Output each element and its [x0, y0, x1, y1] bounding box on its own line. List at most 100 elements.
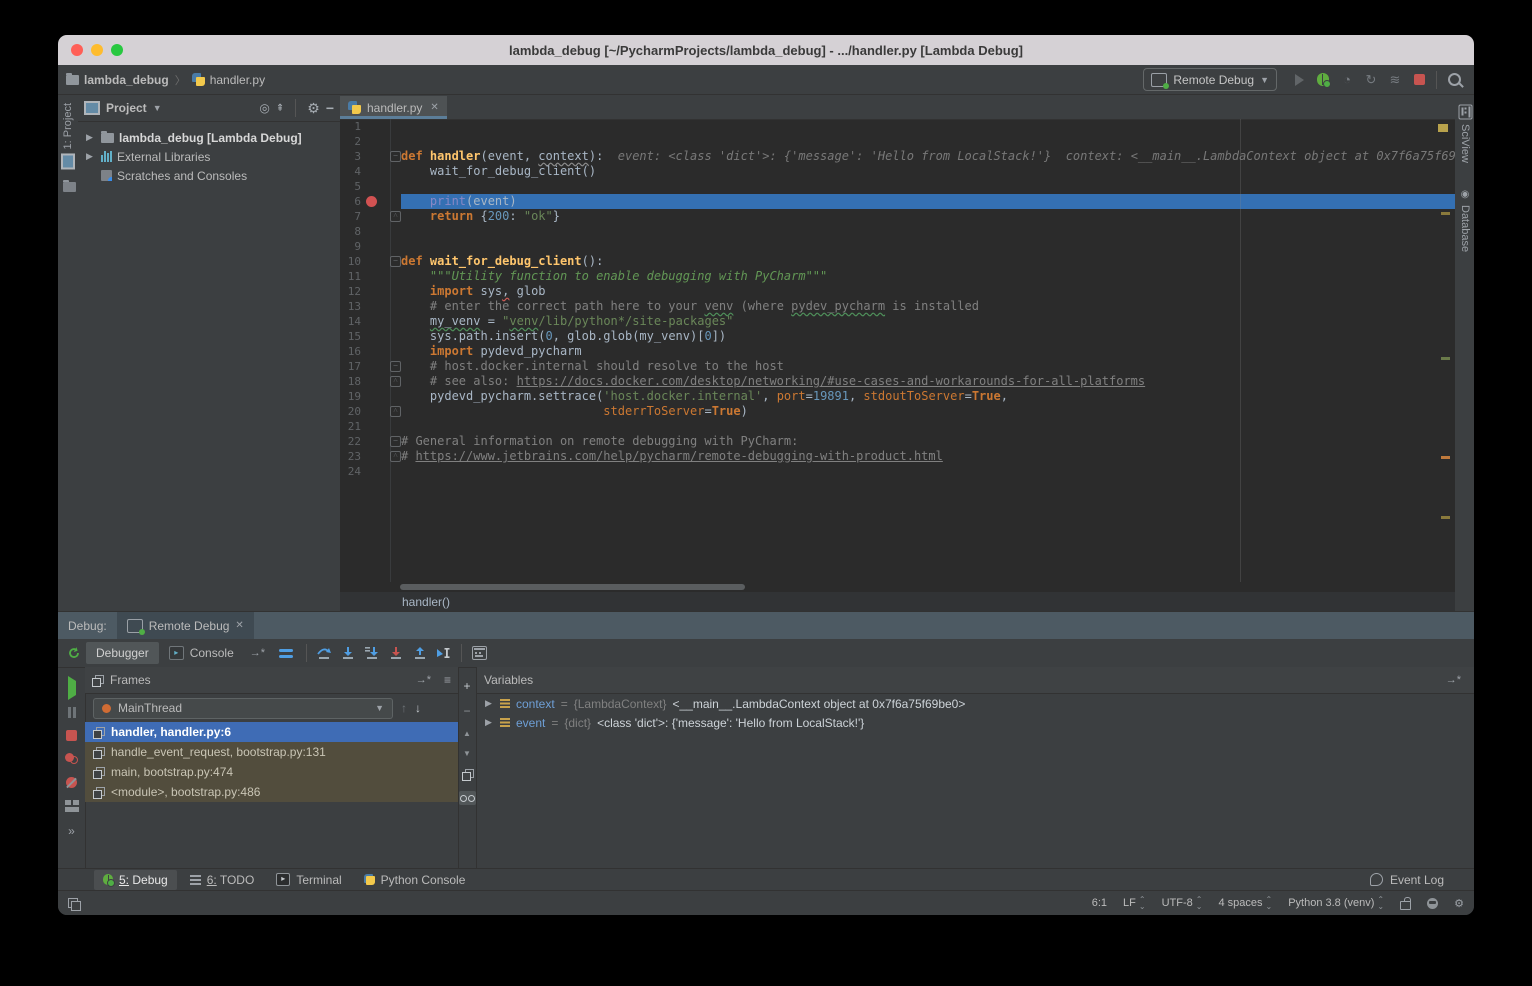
tool-stripe-database[interactable]: ◉ Database — [1459, 189, 1471, 252]
menu-icon[interactable]: ≡ — [444, 673, 451, 687]
gutter[interactable]: 15 — [340, 329, 401, 344]
code-text[interactable]: # see also: https://docs.docker.com/desk… — [401, 374, 1455, 389]
commit-tool-icon[interactable] — [63, 182, 78, 195]
editor-line[interactable]: 16 import pydevd_pycharm — [340, 344, 1455, 359]
code-text[interactable]: stderrToServer=True) — [401, 404, 1455, 419]
editor-line[interactable]: 8 — [340, 224, 1455, 239]
gutter[interactable]: 11 — [340, 269, 401, 284]
tree-item-project-root[interactable]: ▶ lambda_debug [Lambda Debug] — [78, 128, 340, 147]
event-log-button[interactable]: Event Log — [1370, 873, 1474, 887]
locate-file-button[interactable]: ◎ — [259, 101, 269, 115]
code-text[interactable] — [401, 239, 1455, 254]
code-text[interactable]: def wait_for_debug_client(): — [401, 254, 1455, 269]
tab-debugger[interactable]: Debugger — [86, 642, 159, 664]
close-window-button[interactable] — [71, 44, 83, 56]
frame-row[interactable]: handle_event_request, bootstrap.py:131 — [85, 742, 458, 762]
toolwindow-debug[interactable]: 5: Debug — [94, 870, 177, 890]
editor-line[interactable]: 20˄ stderrToServer=True) — [340, 404, 1455, 419]
pin-tab-icon[interactable]: →* — [250, 647, 265, 659]
variable-row[interactable]: ▶event={dict}<class 'dict'>: {'message':… — [477, 713, 1474, 732]
code-text[interactable] — [401, 179, 1455, 194]
gutter[interactable]: 24 — [340, 464, 401, 479]
toolwindow-toggle-button[interactable] — [68, 898, 79, 909]
add-watch-button[interactable]: + — [463, 679, 470, 693]
step-into-button[interactable] — [336, 643, 360, 663]
editor-line[interactable]: 2 — [340, 134, 1455, 149]
code-text[interactable]: # https://www.jetbrains.com/help/pycharm… — [401, 449, 1455, 464]
frame-row[interactable]: <module>, bootstrap.py:486 — [85, 782, 458, 802]
coverage-button[interactable]: ↻ — [1359, 69, 1383, 91]
editor-breadcrumb[interactable]: handler() — [340, 592, 1455, 611]
editor-line[interactable]: 22−# General information on remote debug… — [340, 434, 1455, 449]
gutter[interactable]: 8 — [340, 224, 401, 239]
interpreter-select[interactable]: Python 3.8 (venv)⌃⌄ — [1288, 896, 1384, 910]
breakpoint-icon[interactable] — [366, 196, 377, 207]
debug-button[interactable] — [1311, 69, 1335, 91]
rerun-button[interactable] — [62, 642, 86, 664]
code-text[interactable] — [401, 134, 1455, 149]
settings-gear-button[interactable]: ⚙ — [307, 101, 320, 115]
stop-button[interactable] — [1407, 69, 1431, 91]
gutter[interactable]: 22− — [340, 434, 401, 449]
move-watch-up-button[interactable]: ▲ — [463, 729, 471, 738]
error-stripe-mark[interactable] — [1441, 212, 1450, 215]
fold-marker-icon[interactable]: − — [390, 361, 401, 372]
duplicate-watch-button[interactable] — [462, 769, 473, 780]
editor-line[interactable]: 9 — [340, 239, 1455, 254]
inspections-profile-icon[interactable] — [1427, 898, 1438, 909]
step-over-button[interactable] — [312, 643, 336, 663]
pause-button[interactable] — [68, 707, 76, 718]
frame-row[interactable]: handler, handler.py:6 — [85, 722, 458, 742]
run-button[interactable] — [1287, 69, 1311, 91]
scrollbar-thumb[interactable] — [400, 584, 745, 590]
move-watch-down-button[interactable]: ▼ — [463, 749, 471, 758]
toolwindow-terminal[interactable]: ▸ Terminal — [267, 870, 350, 890]
evaluate-expression-button[interactable] — [467, 643, 491, 663]
hide-panel-button[interactable]: − — [326, 100, 334, 116]
resume-button[interactable] — [68, 681, 76, 695]
gutter[interactable]: 17− — [340, 359, 401, 374]
editor-line[interactable]: 24 — [340, 464, 1455, 479]
fold-marker-icon[interactable]: ˄ — [390, 451, 401, 462]
close-tab-icon[interactable]: ✕ — [430, 102, 438, 113]
execution-line[interactable]: print(event) — [401, 194, 1455, 209]
zoom-window-button[interactable] — [111, 44, 123, 56]
next-frame-button[interactable]: ↓ — [415, 701, 421, 715]
more-actions-button[interactable]: » — [68, 824, 75, 838]
close-session-icon[interactable]: ✕ — [235, 620, 243, 631]
force-step-into-button[interactable] — [360, 643, 384, 663]
tree-item-external-libraries[interactable]: ▶ External Libraries — [78, 147, 340, 166]
expand-arrow-icon[interactable]: ▶ — [485, 717, 494, 728]
gutter[interactable]: 7˄ — [340, 209, 401, 224]
editor-line[interactable]: 1 — [340, 119, 1455, 134]
minimize-window-button[interactable] — [91, 44, 103, 56]
editor-line[interactable]: 6 print(event) — [340, 194, 1455, 209]
fold-marker-icon[interactable]: − — [390, 436, 401, 447]
previous-frame-button[interactable]: ↑ — [401, 701, 407, 715]
gutter[interactable]: 23˄ — [340, 449, 401, 464]
code-text[interactable]: pydevd_pycharm.settrace('host.docker.int… — [401, 389, 1455, 404]
code-text[interactable] — [401, 224, 1455, 239]
fold-marker-icon[interactable]: ˄ — [390, 211, 401, 222]
editor-line[interactable]: 14 my_venv = "venv/lib/python*/site-pack… — [340, 314, 1455, 329]
gutter[interactable]: 6 — [340, 194, 401, 209]
editor-line[interactable]: 3−def handler(event, context): event: <c… — [340, 149, 1455, 164]
line-ending-select[interactable]: LF⌃⌄ — [1123, 896, 1146, 910]
editor-line[interactable]: 11 """Utility function to enable debuggi… — [340, 269, 1455, 284]
toolwindow-todo[interactable]: 6: TODO — [181, 870, 264, 890]
gutter[interactable]: 18˄ — [340, 374, 401, 389]
fold-marker-icon[interactable]: ˄ — [390, 376, 401, 387]
run-configurations-list-button[interactable]: ≋ — [1383, 69, 1407, 91]
thread-selector[interactable]: MainThread ▼ — [93, 698, 393, 719]
editor-line[interactable]: 7˄ return {200: "ok"} — [340, 209, 1455, 224]
horizontal-scrollbar[interactable] — [340, 582, 1455, 592]
restore-layout-button[interactable] — [65, 800, 79, 812]
gutter[interactable]: 14 — [340, 314, 401, 329]
profiler-button[interactable]: ◔ — [1335, 69, 1359, 91]
gutter[interactable]: 13 — [340, 299, 401, 314]
gutter[interactable]: 2 — [340, 134, 401, 149]
tree-item-scratches[interactable]: Scratches and Consoles — [78, 166, 340, 185]
code-text[interactable]: # host.docker.internal should resolve to… — [401, 359, 1455, 374]
editor-line[interactable]: 23˄# https://www.jetbrains.com/help/pych… — [340, 449, 1455, 464]
view-breakpoints-button[interactable] — [65, 753, 78, 765]
